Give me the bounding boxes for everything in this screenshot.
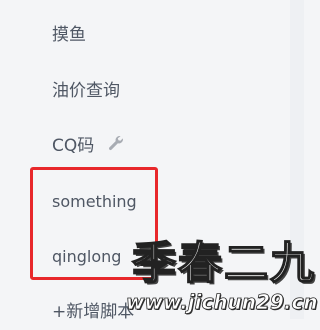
menu-item-cq-code[interactable]: CQ码 bbox=[52, 128, 126, 164]
scrollbar[interactable] bbox=[290, 0, 304, 319]
menu-item-something[interactable]: something bbox=[52, 184, 137, 220]
menu-item-label: 摸鱼 bbox=[52, 25, 86, 45]
menu-item-moyu[interactable]: 摸鱼 bbox=[52, 17, 86, 53]
menu-item-oil-price[interactable]: 油价查询 bbox=[52, 73, 120, 109]
wrench-icon bbox=[106, 131, 126, 151]
menu-item-qinglong[interactable]: qinglong bbox=[52, 239, 121, 275]
menu-item-label: CQ码 bbox=[52, 136, 95, 156]
menu-item-label: something bbox=[52, 192, 137, 211]
menu-item-label: qinglong bbox=[52, 247, 122, 266]
sidebar-menu: 摸鱼 油价查询 CQ码 something qinglong +新增脚本 bbox=[0, 0, 290, 322]
menu-item-label: 油价查询 bbox=[52, 81, 120, 101]
menu-item-label: +新增脚本 bbox=[52, 302, 135, 322]
add-script-button[interactable]: +新增脚本 bbox=[52, 294, 134, 330]
